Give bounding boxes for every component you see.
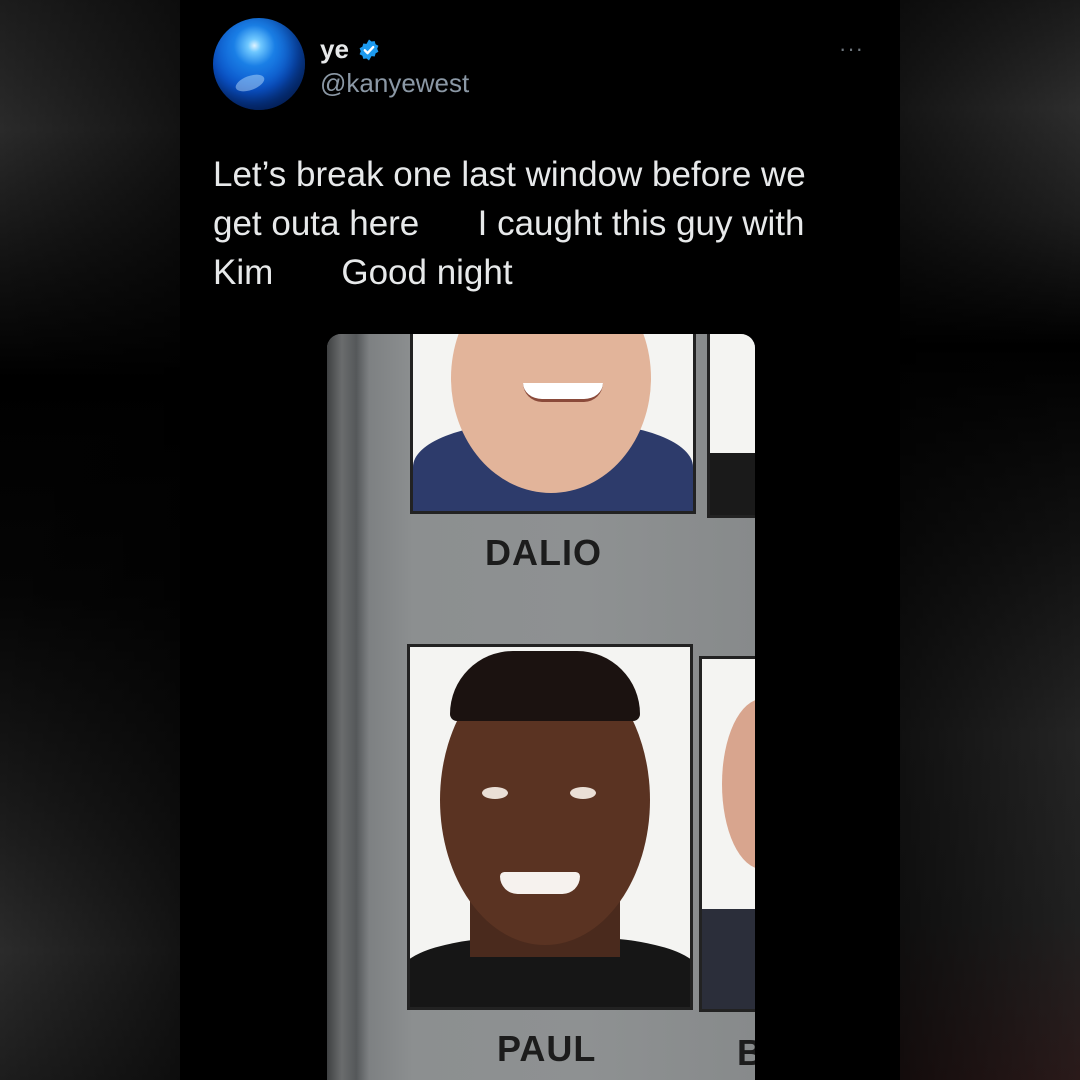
eye: [482, 787, 508, 799]
avatar[interactable]: [213, 18, 305, 110]
tweet-text: Let’s break one last window before we ge…: [213, 155, 806, 292]
portrait-photo-partial: [707, 334, 755, 518]
portrait-photo-dalio: [410, 334, 696, 514]
tweet-card: ye @kanyewest ··· Let’s break one last w…: [180, 0, 900, 1080]
blurred-background-right: [900, 0, 1080, 1080]
display-name[interactable]: ye: [320, 34, 349, 65]
shirt: [702, 909, 755, 1009]
blurred-background-left: [0, 0, 180, 1080]
shirt: [710, 453, 755, 515]
face: [722, 699, 755, 869]
author-name-row: ye: [320, 34, 381, 65]
tweet-media-photo[interactable]: DALIO PAUL B: [327, 334, 755, 1080]
portrait-photo-paul: [407, 644, 693, 1010]
smile: [523, 383, 603, 402]
more-options-icon[interactable]: ···: [839, 36, 864, 62]
hair: [450, 651, 640, 721]
handle[interactable]: @kanyewest: [320, 68, 469, 99]
book-spine: [327, 334, 369, 1080]
portrait-label: B: [737, 1032, 755, 1073]
verified-badge-icon: [359, 39, 379, 60]
eye: [570, 787, 596, 799]
smile: [500, 872, 580, 894]
avatar-glint: [233, 71, 267, 95]
portrait-photo-partial: [699, 656, 755, 1012]
portrait-label: PAUL: [497, 1028, 597, 1069]
portrait-label: DALIO: [485, 532, 602, 573]
